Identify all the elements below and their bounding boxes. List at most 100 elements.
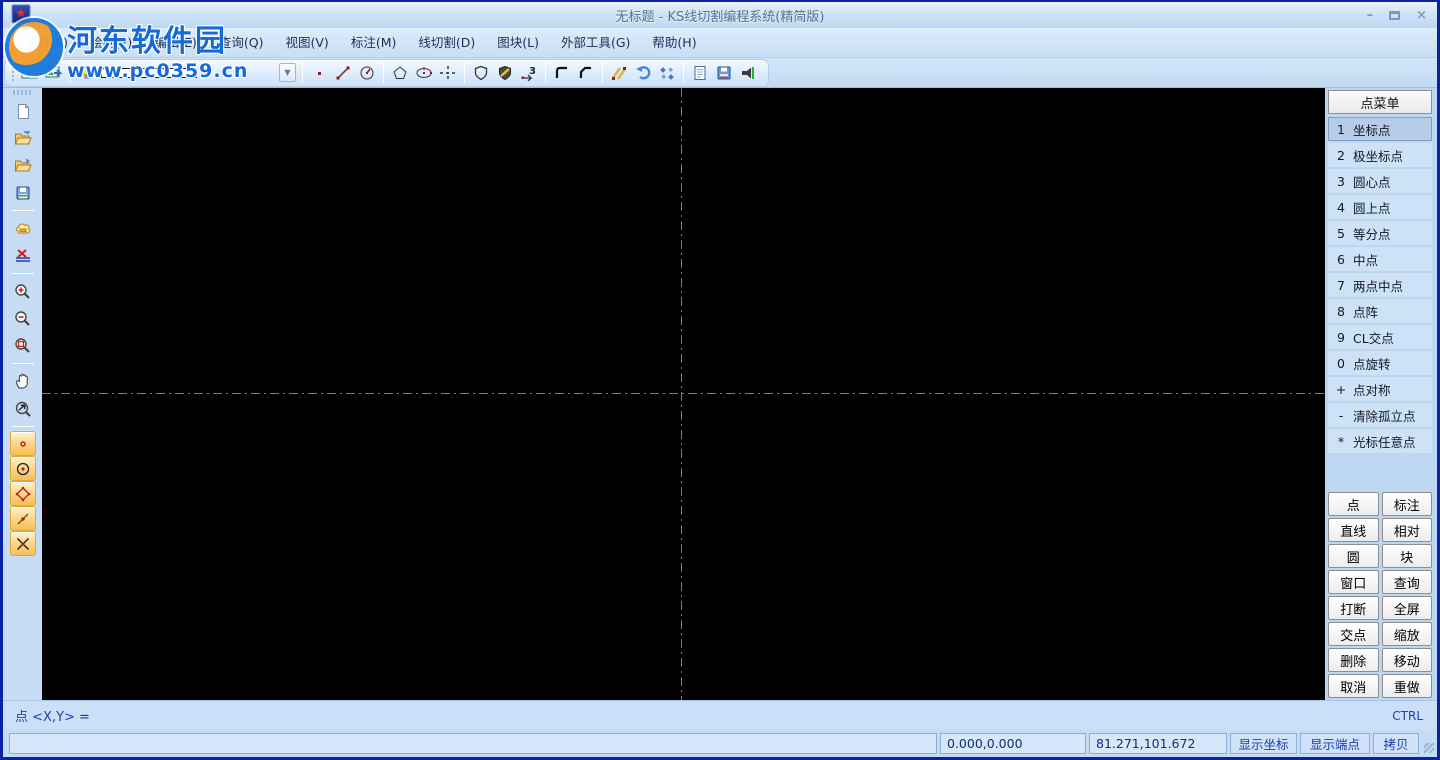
maximize-button[interactable] — [1389, 10, 1401, 20]
construction-point-icon[interactable] — [436, 61, 460, 85]
quick-button-point[interactable]: 点 — [1328, 492, 1379, 516]
toolbar-separator — [70, 62, 71, 83]
menu-view[interactable]: 视图(V) — [275, 28, 340, 58]
new-file-icon[interactable] — [10, 99, 36, 124]
quick-button-line[interactable]: 直线 — [1328, 518, 1379, 542]
quick-button-fullscreen[interactable]: 全屏 — [1381, 596, 1432, 620]
quick-button-window[interactable]: 窗口 — [1328, 570, 1379, 594]
point-menu-item-clear-isolated[interactable]: - 清除孤立点 — [1328, 403, 1432, 427]
command-prompt: 点 <X,Y> = — [15, 710, 90, 725]
left-toolbar-separator — [11, 273, 34, 274]
layer-lightbulb-icon[interactable] — [75, 61, 99, 85]
menu-file[interactable]: 文件(F) — [15, 28, 79, 58]
point-menu-item-cursor-free[interactable]: * 光标任意点 — [1328, 429, 1432, 453]
pan-icon[interactable] — [10, 369, 36, 394]
copy-image-icon[interactable] — [42, 61, 66, 85]
quick-button-move[interactable]: 移动 — [1381, 648, 1432, 672]
quick-button-break[interactable]: 打断 — [1328, 596, 1379, 620]
quick-button-dimension[interactable]: 标注 — [1381, 492, 1432, 516]
snap-quadrant-button[interactable] — [9, 481, 36, 506]
menu-block[interactable]: 图块(L) — [486, 28, 550, 58]
zoom-in-icon[interactable] — [10, 279, 36, 304]
menu-draw[interactable]: 绘制(P) — [79, 28, 143, 58]
drawing-canvas[interactable] — [42, 88, 1325, 700]
quick-button-block[interactable]: 块 — [1381, 544, 1432, 568]
draw-line-icon[interactable] — [331, 61, 355, 85]
region-icon[interactable] — [469, 61, 493, 85]
stamp-icon[interactable] — [10, 216, 36, 241]
left-toolbar-grip[interactable] — [12, 90, 33, 95]
draw-ellipse-icon[interactable] — [412, 61, 436, 85]
save-file-icon[interactable] — [10, 180, 36, 205]
app-icon[interactable]: ★ — [11, 4, 31, 24]
quick-button-redo[interactable]: 重做 — [1381, 674, 1432, 698]
code-view-icon[interactable] — [688, 61, 712, 85]
quick-button-intersection[interactable]: 交点 — [1328, 622, 1379, 646]
point-menu-header[interactable]: 点菜单 — [1328, 90, 1432, 114]
send-to-machine-icon[interactable] — [736, 61, 760, 85]
toolbar-grip[interactable] — [10, 62, 15, 83]
quick-button-zoom[interactable]: 缩放 — [1381, 622, 1432, 646]
item-key: 0 — [1337, 355, 1345, 371]
region-edit-icon[interactable] — [493, 61, 517, 85]
menu-dimension[interactable]: 标注(M) — [340, 28, 408, 58]
quick-button-relative[interactable]: 相对 — [1381, 518, 1432, 542]
snap-point-button[interactable] — [9, 431, 36, 456]
point-menu-item-cl-intersection[interactable]: 9 CL交点 — [1328, 325, 1432, 349]
menu-wirecut[interactable]: 线切割(D) — [407, 28, 486, 58]
point-menu-item-circle-center[interactable]: 3 圆心点 — [1328, 169, 1432, 193]
point-menu-item-polar[interactable]: 2 极坐标点 — [1328, 143, 1432, 167]
trim-icon[interactable] — [607, 61, 631, 85]
menu-help[interactable]: 帮助(H) — [641, 28, 707, 58]
sequence-number-icon[interactable]: 3 — [517, 61, 541, 85]
close-button[interactable]: × — [1416, 9, 1427, 22]
chevron-down-icon[interactable]: ▼ — [279, 63, 296, 82]
open-file-icon[interactable] — [10, 126, 36, 151]
draw-circle-icon[interactable] — [355, 61, 379, 85]
zoom-previous-icon[interactable] — [10, 396, 36, 421]
point-menu-item-rotate[interactable]: 0 点旋转 — [1328, 351, 1432, 375]
draw-polygon-icon[interactable] — [388, 61, 412, 85]
window-title: 无标题 - KS线切割编程系统(精简版) — [615, 9, 825, 25]
point-menu-item-two-point-mid[interactable]: 7 两点中点 — [1328, 273, 1432, 297]
draw-point-icon[interactable] — [307, 61, 331, 85]
snap-intersection-button[interactable] — [9, 531, 36, 556]
copy-button[interactable]: 拷贝 — [1373, 732, 1419, 754]
delete-overlap-icon[interactable] — [10, 243, 36, 268]
chamfer-icon[interactable] — [550, 61, 574, 85]
show-endpoints-button[interactable]: 显示端点 — [1300, 732, 1370, 754]
command-line: 点 <X,Y> = CTRL — [3, 700, 1437, 730]
zoom-window-icon[interactable] — [10, 333, 36, 358]
item-key: 2 — [1337, 147, 1345, 163]
menu-edit[interactable]: 编辑(E) — [143, 28, 208, 58]
explode-icon[interactable] — [655, 61, 679, 85]
zoom-out-icon[interactable] — [10, 306, 36, 331]
save-code-icon[interactable] — [712, 61, 736, 85]
quick-button-cancel[interactable]: 取消 — [1328, 674, 1379, 698]
item-label: 圆心点 — [1353, 174, 1391, 190]
quick-button-query[interactable]: 查询 — [1381, 570, 1432, 594]
toolbar-separator — [545, 62, 546, 83]
menu-query[interactable]: 查询(Q) — [208, 28, 275, 58]
point-menu-item-coordinate[interactable]: 1 坐标点 — [1328, 117, 1432, 141]
point-menu-item-array[interactable]: 8 点阵 — [1328, 299, 1432, 323]
point-menu-item-midpoint[interactable]: 6 中点 — [1328, 247, 1432, 271]
point-menu-item-on-circle[interactable]: 4 圆上点 — [1328, 195, 1432, 219]
point-menu-item-divide[interactable]: 5 等分点 — [1328, 221, 1432, 245]
open-recent-icon[interactable] — [10, 153, 36, 178]
quick-button-circle[interactable]: 圆 — [1328, 544, 1379, 568]
minimize-button[interactable]: – — [1367, 9, 1374, 22]
quick-button-delete[interactable]: 删除 — [1328, 648, 1379, 672]
fillet-icon[interactable] — [574, 61, 598, 85]
main-toolbar: 0 ▼ 3 — [3, 58, 1437, 88]
undo-icon[interactable] — [631, 61, 655, 85]
show-coordinates-button[interactable]: 显示坐标 — [1230, 732, 1297, 754]
export-image-icon[interactable] — [18, 61, 42, 85]
menu-external-tools[interactable]: 外部工具(G) — [550, 28, 641, 58]
snap-center-button[interactable] — [9, 456, 36, 481]
command-input[interactable] — [90, 701, 1392, 730]
resize-grip[interactable] — [1422, 733, 1435, 754]
point-menu-item-mirror[interactable]: + 点对称 — [1328, 377, 1432, 401]
layer-combo[interactable]: 0 ▼ — [99, 61, 298, 85]
snap-nearest-button[interactable] — [9, 506, 36, 531]
